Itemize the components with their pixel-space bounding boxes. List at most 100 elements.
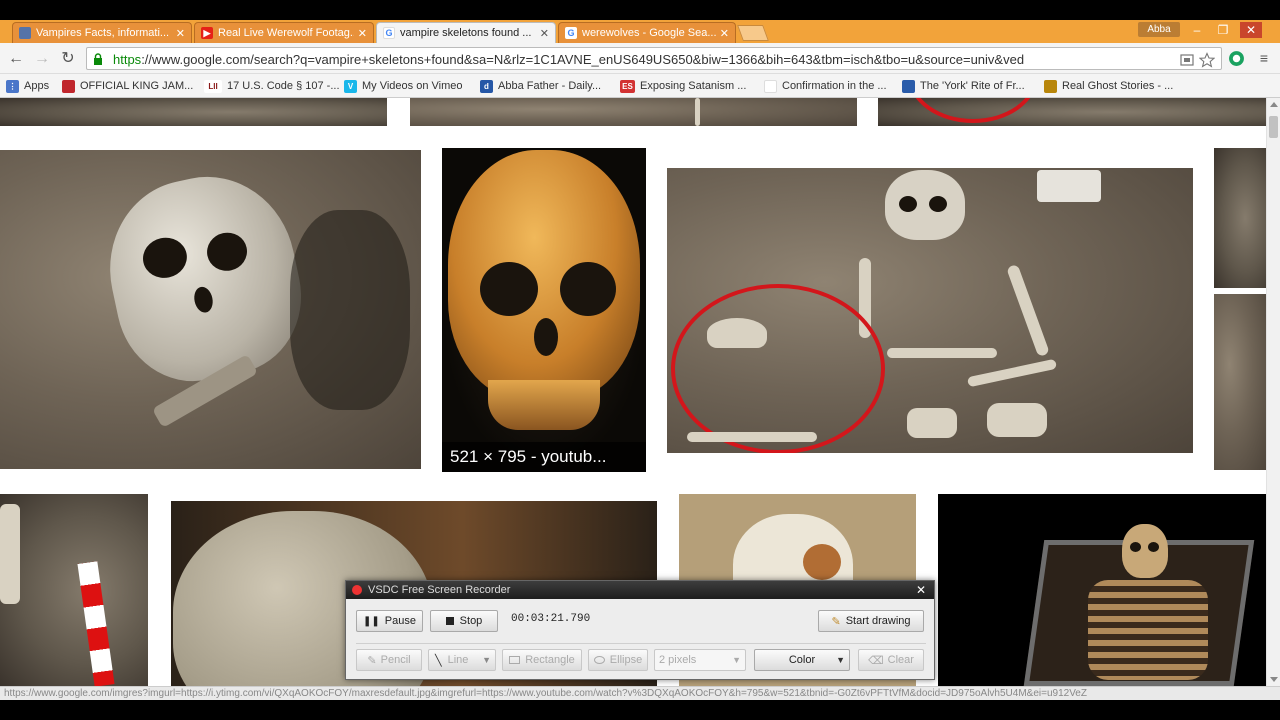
bookmark-apps[interactable]: ⋮ Apps [6, 78, 49, 94]
video-letterbox-top [0, 0, 1280, 20]
ellipse-icon [593, 656, 605, 664]
image-result[interactable] [938, 494, 1266, 686]
pencil-button[interactable]: ✎ Pencil [356, 649, 422, 671]
clear-button[interactable]: ⌫ Clear [858, 649, 924, 671]
browser-toolbar: ← → ↻ https://www.google.com/search?q=va… [0, 43, 1280, 74]
close-icon[interactable]: ✕ [720, 27, 729, 40]
google-icon: G [383, 27, 395, 39]
document-icon [19, 27, 31, 39]
youtube-icon: ▶ [201, 27, 213, 39]
bible-icon [62, 79, 75, 93]
recorder-titlebar[interactable]: VSDC Free Screen Recorder ✕ [346, 581, 934, 599]
tab-label: werewolves - Google Sea... [582, 27, 716, 39]
label-tag [1037, 170, 1101, 202]
image-result[interactable] [0, 98, 387, 126]
rectangle-icon [509, 656, 521, 664]
pencil-icon: ✎ [367, 654, 377, 667]
tab-strip: Vampires Facts, informati... ✕ ▶ Real Li… [0, 20, 1280, 43]
skull-shape [1122, 524, 1168, 578]
start-drawing-button[interactable]: ✎ Start drawing [818, 610, 924, 632]
rectangle-button[interactable]: Rectangle [502, 649, 582, 671]
extension-icon[interactable] [1228, 50, 1245, 67]
bookmark-vimeo[interactable]: V My Videos on Vimeo [344, 78, 462, 94]
jaw-shape [488, 380, 600, 430]
image-result[interactable] [878, 98, 1266, 126]
reload-icon[interactable]: ↻ [58, 49, 78, 69]
lock-icon [94, 53, 102, 65]
skull-shape [93, 160, 316, 396]
back-arrow-icon[interactable]: ← [6, 49, 26, 69]
separator [356, 643, 926, 644]
elapsed-time: 00:03:21.790 [511, 613, 591, 625]
daily-icon: d [480, 79, 493, 93]
apps-grid-icon: ⋮ [6, 79, 19, 93]
bookmark-king-james[interactable]: OFFICIAL KING JAM... [62, 78, 193, 94]
close-icon[interactable]: ✕ [916, 581, 926, 599]
ghost-icon [1044, 79, 1057, 93]
bookmark-exposing-satanism[interactable]: ES Exposing Satanism ... [620, 78, 746, 94]
vertical-scrollbar[interactable] [1266, 98, 1280, 686]
thickness-select[interactable]: 2 pixels ▼ [654, 649, 746, 671]
scroll-down-icon[interactable] [1270, 677, 1278, 682]
image-result[interactable] [0, 150, 421, 469]
skull-shape [448, 150, 640, 400]
bone-shape [707, 318, 767, 348]
address-bar[interactable]: https://www.google.com/search?q=vampire+… [86, 47, 1222, 70]
measuring-scale [77, 561, 115, 686]
image-result[interactable] [0, 494, 148, 686]
close-icon[interactable]: ✕ [358, 27, 367, 40]
scroll-up-icon[interactable] [1270, 102, 1278, 107]
stop-icon [445, 617, 454, 625]
bone-shape [966, 358, 1058, 388]
tab-vampire-skeletons[interactable]: G vampire skeletons found ... ✕ [376, 22, 556, 43]
recorder-title: VSDC Free Screen Recorder [368, 584, 511, 596]
close-window-icon[interactable]: ✕ [1240, 22, 1262, 38]
tab-label: Vampires Facts, informati... [36, 27, 170, 39]
url-text[interactable]: https://www.google.com/search?q=vampire+… [113, 52, 1183, 67]
pause-icon: ❚❚ [363, 615, 380, 627]
stop-button[interactable]: Stop [430, 610, 498, 632]
ellipse-button[interactable]: Ellipse [588, 649, 648, 671]
tab-werewolf-footage[interactable]: ▶ Real Live Werewolf Footag... ✕ [194, 22, 374, 43]
record-icon [352, 585, 362, 595]
pause-button[interactable]: ❚❚ Pause [356, 610, 423, 632]
profile-badge[interactable]: Abba [1138, 22, 1180, 37]
maximize-icon[interactable]: ❐ [1212, 22, 1234, 38]
menu-icon[interactable]: ≡ [1256, 49, 1272, 67]
minimize-icon[interactable]: – [1186, 22, 1208, 38]
close-icon[interactable]: ✕ [176, 27, 185, 40]
forward-arrow-icon[interactable]: → [32, 49, 52, 69]
bone-shape [695, 98, 700, 126]
ribcage-shape [1088, 580, 1208, 680]
tab-werewolves-search[interactable]: G werewolves - Google Sea... ✕ [558, 22, 736, 43]
tab-label: Real Live Werewolf Footag... [218, 27, 354, 39]
page-action-icon[interactable] [1179, 52, 1195, 68]
close-icon[interactable]: ✕ [540, 27, 549, 40]
scroll-thumb[interactable] [1269, 116, 1278, 138]
shadow-shape [290, 210, 410, 410]
bookmark-york-rite[interactable]: The 'York' Rite of Fr... [902, 78, 1025, 94]
image-result[interactable] [1214, 294, 1266, 470]
line-dropdown[interactable]: ╲ Line ▼ [428, 649, 496, 671]
image-result[interactable] [410, 98, 857, 126]
image-result[interactable] [1214, 148, 1266, 288]
bookmark-star-icon[interactable] [1199, 52, 1215, 68]
bookmark-abba-father[interactable]: d Abba Father - Daily... [480, 78, 601, 94]
red-circle-highlight [908, 98, 1038, 123]
chevron-down-icon: ▼ [836, 655, 845, 665]
vimeo-icon: V [344, 79, 357, 93]
bookmark-ghost-stories[interactable]: Real Ghost Stories - ... [1044, 78, 1173, 94]
video-letterbox-bottom [0, 700, 1280, 720]
bookmark-confirmation[interactable]: Confirmation in the ... [764, 78, 887, 94]
image-result[interactable] [667, 168, 1193, 453]
tab-vampire-facts[interactable]: Vampires Facts, informati... ✕ [12, 22, 192, 43]
new-tab-button[interactable] [737, 25, 769, 41]
line-icon: ╲ [435, 654, 442, 667]
bone-shape [987, 403, 1047, 437]
bookmark-us-code[interactable]: LII 17 U.S. Code § 107 -... [204, 78, 340, 94]
bookmarks-bar: ⋮ Apps OFFICIAL KING JAM... LII 17 U.S. Co… [0, 74, 1280, 98]
color-dropdown[interactable]: Color ▼ [754, 649, 850, 671]
image-result-hovered[interactable]: 521 × 795 - youtub... [442, 148, 646, 472]
screen-recorder-window: VSDC Free Screen Recorder ✕ ❚❚ Pause Stop… [345, 580, 935, 680]
chevron-down-icon: ▼ [482, 655, 491, 665]
